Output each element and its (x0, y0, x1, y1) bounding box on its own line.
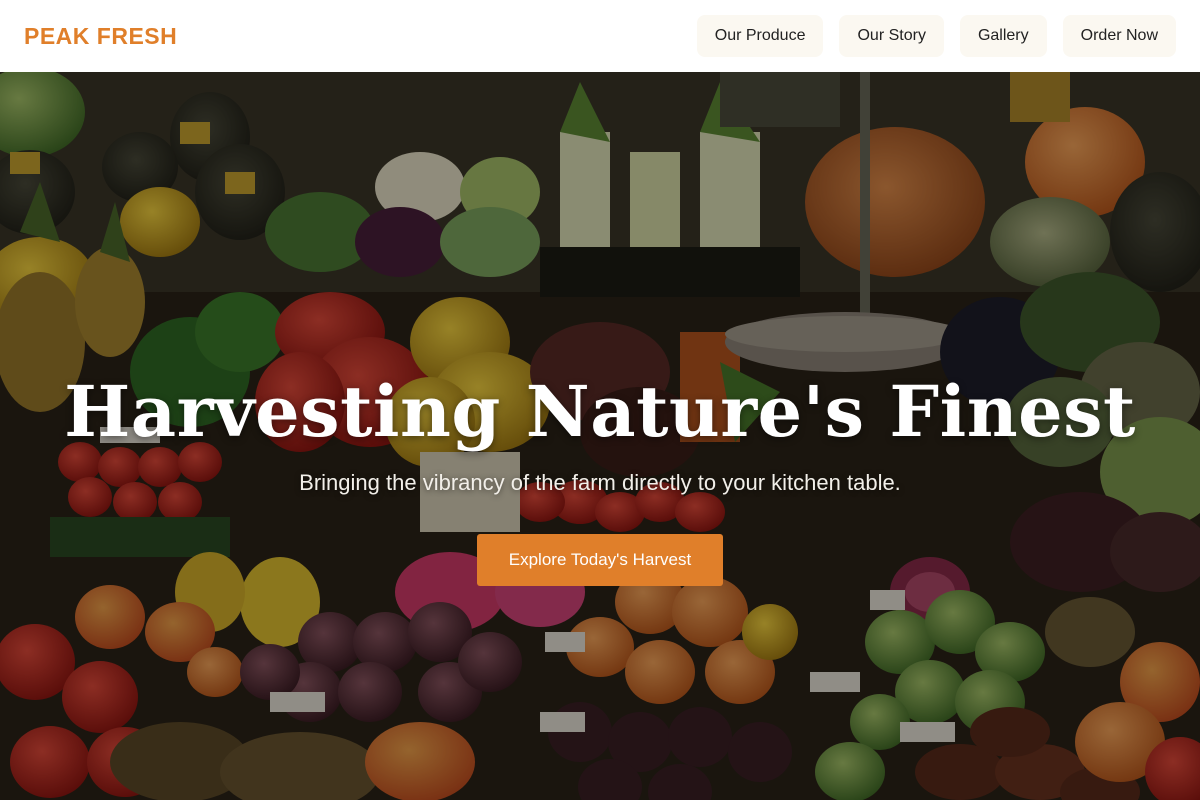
hero-subtitle: Bringing the vibrancy of the farm direct… (299, 470, 901, 495)
nav-item-order-now[interactable]: Order Now (1062, 15, 1176, 57)
nav-item-our-produce[interactable]: Our Produce (696, 15, 824, 57)
nav-item-gallery[interactable]: Gallery (959, 15, 1047, 57)
hero-title: Harvesting Nature's Finest (64, 370, 1136, 453)
main-nav: Our Produce Our Story Gallery Order Now (696, 15, 1176, 57)
nav-item-our-story[interactable]: Our Story (839, 15, 944, 57)
explore-harvest-button[interactable]: Explore Today's Harvest (476, 534, 724, 586)
brand-logo[interactable]: PEAK FRESH (24, 23, 177, 50)
hero-section: Harvesting Nature's Finest Bringing the … (0, 72, 1200, 800)
hero-content: Harvesting Nature's Finest Bringing the … (0, 372, 1200, 586)
site-header: PEAK FRESH Our Produce Our Story Gallery… (0, 0, 1200, 72)
